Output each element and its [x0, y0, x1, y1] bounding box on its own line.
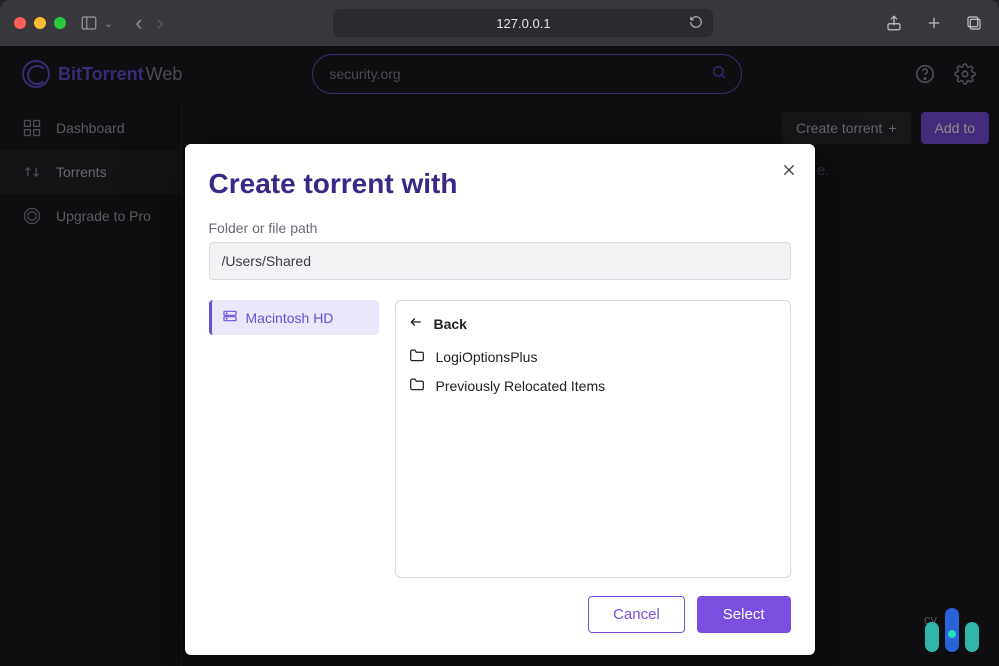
select-button[interactable]: Select: [697, 596, 791, 633]
nav-back-icon[interactable]: ‹: [135, 10, 142, 36]
sidebar-toggle-icon[interactable]: [78, 12, 100, 34]
folder-item[interactable]: LogiOptionsPlus: [408, 342, 778, 371]
url-bar[interactable]: 127.0.0.1: [333, 9, 713, 37]
folder-item-label: Previously Relocated Items: [436, 378, 606, 394]
app-root: BitTorrent Web: [0, 46, 999, 666]
folder-item[interactable]: Previously Relocated Items: [408, 371, 778, 400]
url-display: 127.0.0.1: [496, 16, 550, 31]
close-icon[interactable]: [781, 162, 797, 183]
new-tab-icon[interactable]: [923, 12, 945, 34]
back-label: Back: [434, 316, 467, 332]
path-input-label: Folder or file path: [209, 220, 791, 236]
folder-item-label: LogiOptionsPlus: [436, 349, 538, 365]
watermark-icon: [925, 608, 979, 652]
cancel-button[interactable]: Cancel: [588, 596, 685, 633]
share-icon[interactable]: [883, 12, 905, 34]
window-controls: [14, 17, 66, 29]
arrow-left-icon: [408, 315, 424, 332]
modal-title: Create torrent with: [209, 168, 791, 200]
folder-icon: [408, 377, 426, 394]
favorite-location-item[interactable]: Macintosh HD: [209, 300, 379, 335]
reload-icon[interactable]: [689, 15, 703, 32]
close-window-icon[interactable]: [14, 17, 26, 29]
chevron-down-icon[interactable]: ⌄: [104, 17, 113, 30]
back-button[interactable]: Back: [408, 311, 778, 336]
create-torrent-modal: Create torrent with Folder or file path …: [185, 144, 815, 655]
folder-icon: [408, 348, 426, 365]
minimize-window-icon[interactable]: [34, 17, 46, 29]
path-input[interactable]: [209, 242, 791, 280]
modal-backdrop[interactable]: Create torrent with Folder or file path …: [0, 46, 999, 666]
file-browser: Back LogiOptionsPlus Previously Relocate…: [395, 300, 791, 578]
nav-forward-icon[interactable]: ›: [157, 10, 164, 36]
drive-icon: [222, 308, 238, 327]
tabs-overview-icon[interactable]: [963, 12, 985, 34]
favorite-location-label: Macintosh HD: [246, 310, 334, 326]
browser-titlebar: ⌄ ‹ › 127.0.0.1: [0, 0, 999, 46]
zoom-window-icon[interactable]: [54, 17, 66, 29]
